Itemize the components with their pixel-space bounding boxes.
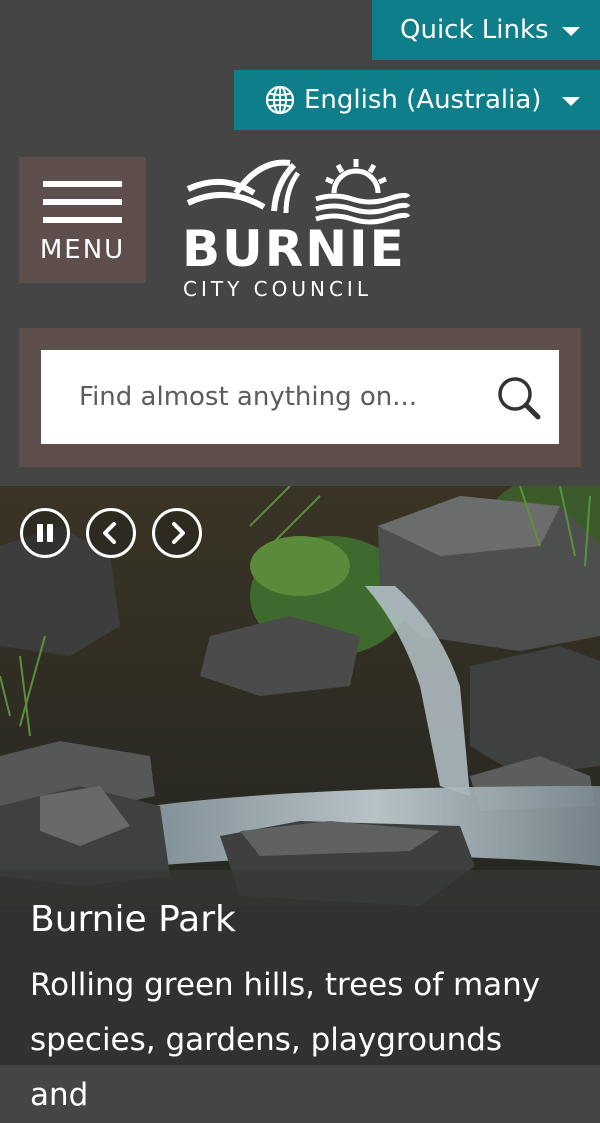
quick-links-button[interactable]: Quick Links — [372, 0, 600, 60]
search-icon[interactable] — [495, 374, 543, 422]
slide-caption: Burnie Park Rolling green hills, trees o… — [0, 870, 600, 1113]
slide-description: Rolling green hills, trees of many speci… — [30, 967, 541, 1113]
caret-down-icon — [562, 97, 580, 106]
search-panel — [19, 328, 581, 467]
slideshow-pause-button[interactable] — [20, 508, 70, 558]
logo-subtitle: CITY COUNCIL — [183, 277, 372, 301]
slide-title[interactable]: Burnie Park — [30, 898, 570, 942]
slideshow-previous-button[interactable] — [86, 508, 136, 558]
search-input[interactable] — [41, 350, 481, 444]
chevron-right-icon — [172, 522, 185, 544]
globe-icon — [265, 85, 295, 115]
search-box — [41, 350, 559, 444]
chevron-left-icon — [103, 522, 116, 544]
slideshow-next-button[interactable] — [152, 508, 202, 558]
hamburger-bar — [43, 199, 122, 205]
language-label: English (Australia) — [304, 85, 542, 115]
logo-emblem — [186, 159, 411, 225]
menu-label: MENU — [39, 235, 126, 265]
hamburger-bar — [43, 181, 122, 187]
logo-wordmark: BURNIE — [182, 220, 406, 278]
language-selector[interactable]: English (Australia) — [234, 70, 600, 130]
pause-icon — [37, 524, 53, 542]
caret-down-icon — [562, 27, 580, 36]
hamburger-bar — [43, 217, 122, 223]
menu-button[interactable]: MENU — [19, 157, 146, 283]
quick-links-label: Quick Links — [400, 15, 549, 45]
